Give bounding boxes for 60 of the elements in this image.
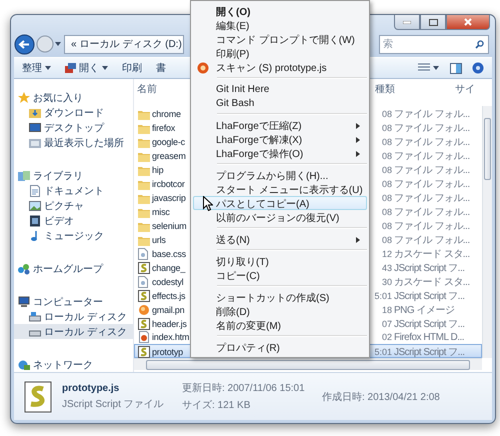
file-name: prototyp — [152, 347, 184, 357]
file-type: JScript Script フ... — [394, 290, 466, 303]
file-type: ファイル フォル... — [394, 178, 471, 191]
modified-date: 08 — [380, 193, 392, 203]
file-name: chrome — [152, 109, 182, 119]
file-type: ファイル フォル... — [394, 164, 471, 177]
path-text: ローカル ディスク (D:) — [80, 38, 182, 51]
modified-date: 5:01 — [373, 291, 392, 301]
modified-date: 12 — [380, 249, 392, 259]
file-name: firefox — [152, 123, 176, 133]
file-type: JScript Script ファイル — [62, 398, 165, 410]
modified-date: 08 — [380, 137, 392, 147]
modified-date: 08 — [380, 123, 392, 133]
file-type: ファイル フォル... — [394, 206, 471, 219]
modified-date: 08 — [380, 179, 392, 189]
file-name: misc — [152, 207, 171, 217]
file-type: ファイル フォル... — [394, 136, 471, 149]
modified-date: 08 — [380, 235, 392, 245]
file-name: hip — [152, 165, 164, 175]
file-type: ファイル フォル... — [394, 220, 471, 233]
modified-date: 30 — [380, 277, 392, 287]
modified-date: 43 — [380, 263, 392, 273]
file-type: JScript Script フ... — [394, 318, 466, 331]
modified-date: 02 — [380, 332, 392, 342]
file-name: google-c — [152, 137, 186, 147]
file-type: ファイル フォル... — [394, 234, 471, 247]
file-name: base.css — [152, 249, 187, 259]
file-type: Firefox HTML D... — [394, 332, 466, 342]
modified-date: 08 — [380, 221, 392, 231]
file-type: ファイル フォル... — [394, 108, 471, 121]
file-name: ircbotcor — [152, 179, 186, 189]
modified-date: 07 — [380, 319, 392, 329]
file-name: urls — [152, 235, 167, 245]
file-name: selenium — [152, 221, 188, 231]
file-type: ファイル フォル... — [394, 122, 471, 135]
file-type: JScript Script フ... — [394, 346, 466, 359]
file-type: ファイル フォル... — [394, 150, 471, 163]
file-name: prototype.js — [62, 382, 120, 394]
modified-date: 08 — [380, 151, 392, 161]
file-name: codestyl — [152, 277, 184, 287]
file-size: サイズ: 121 KB — [182, 399, 252, 412]
modified-date: 08 — [380, 207, 392, 217]
modified-date: 08 — [380, 165, 392, 175]
file-name: effects.js — [152, 291, 186, 301]
created-date: 作成日時: 2013/04/21 2:08 — [322, 390, 441, 404]
file-type: JScript Script フ... — [394, 262, 466, 275]
file-type: カスケード スタ... — [394, 276, 471, 289]
file-name: change_ — [152, 263, 186, 273]
modified-date: 18 — [380, 305, 392, 315]
file-name: index.htm — [152, 332, 190, 342]
file-name: javascrip — [152, 193, 187, 203]
file-name: gmail.pn — [152, 305, 186, 315]
file-type: カスケード スタ... — [394, 248, 471, 261]
modified-date: 08 — [380, 109, 392, 119]
file-type: ファイル フォル... — [394, 192, 471, 205]
file-type: PNG イメージ — [394, 304, 456, 317]
file-name: header.js — [152, 319, 188, 329]
modified-date: 更新日時: 2007/11/06 15:01 — [182, 382, 306, 395]
file-name: greasem — [152, 151, 187, 161]
modified-date: 5:01 — [373, 347, 392, 357]
